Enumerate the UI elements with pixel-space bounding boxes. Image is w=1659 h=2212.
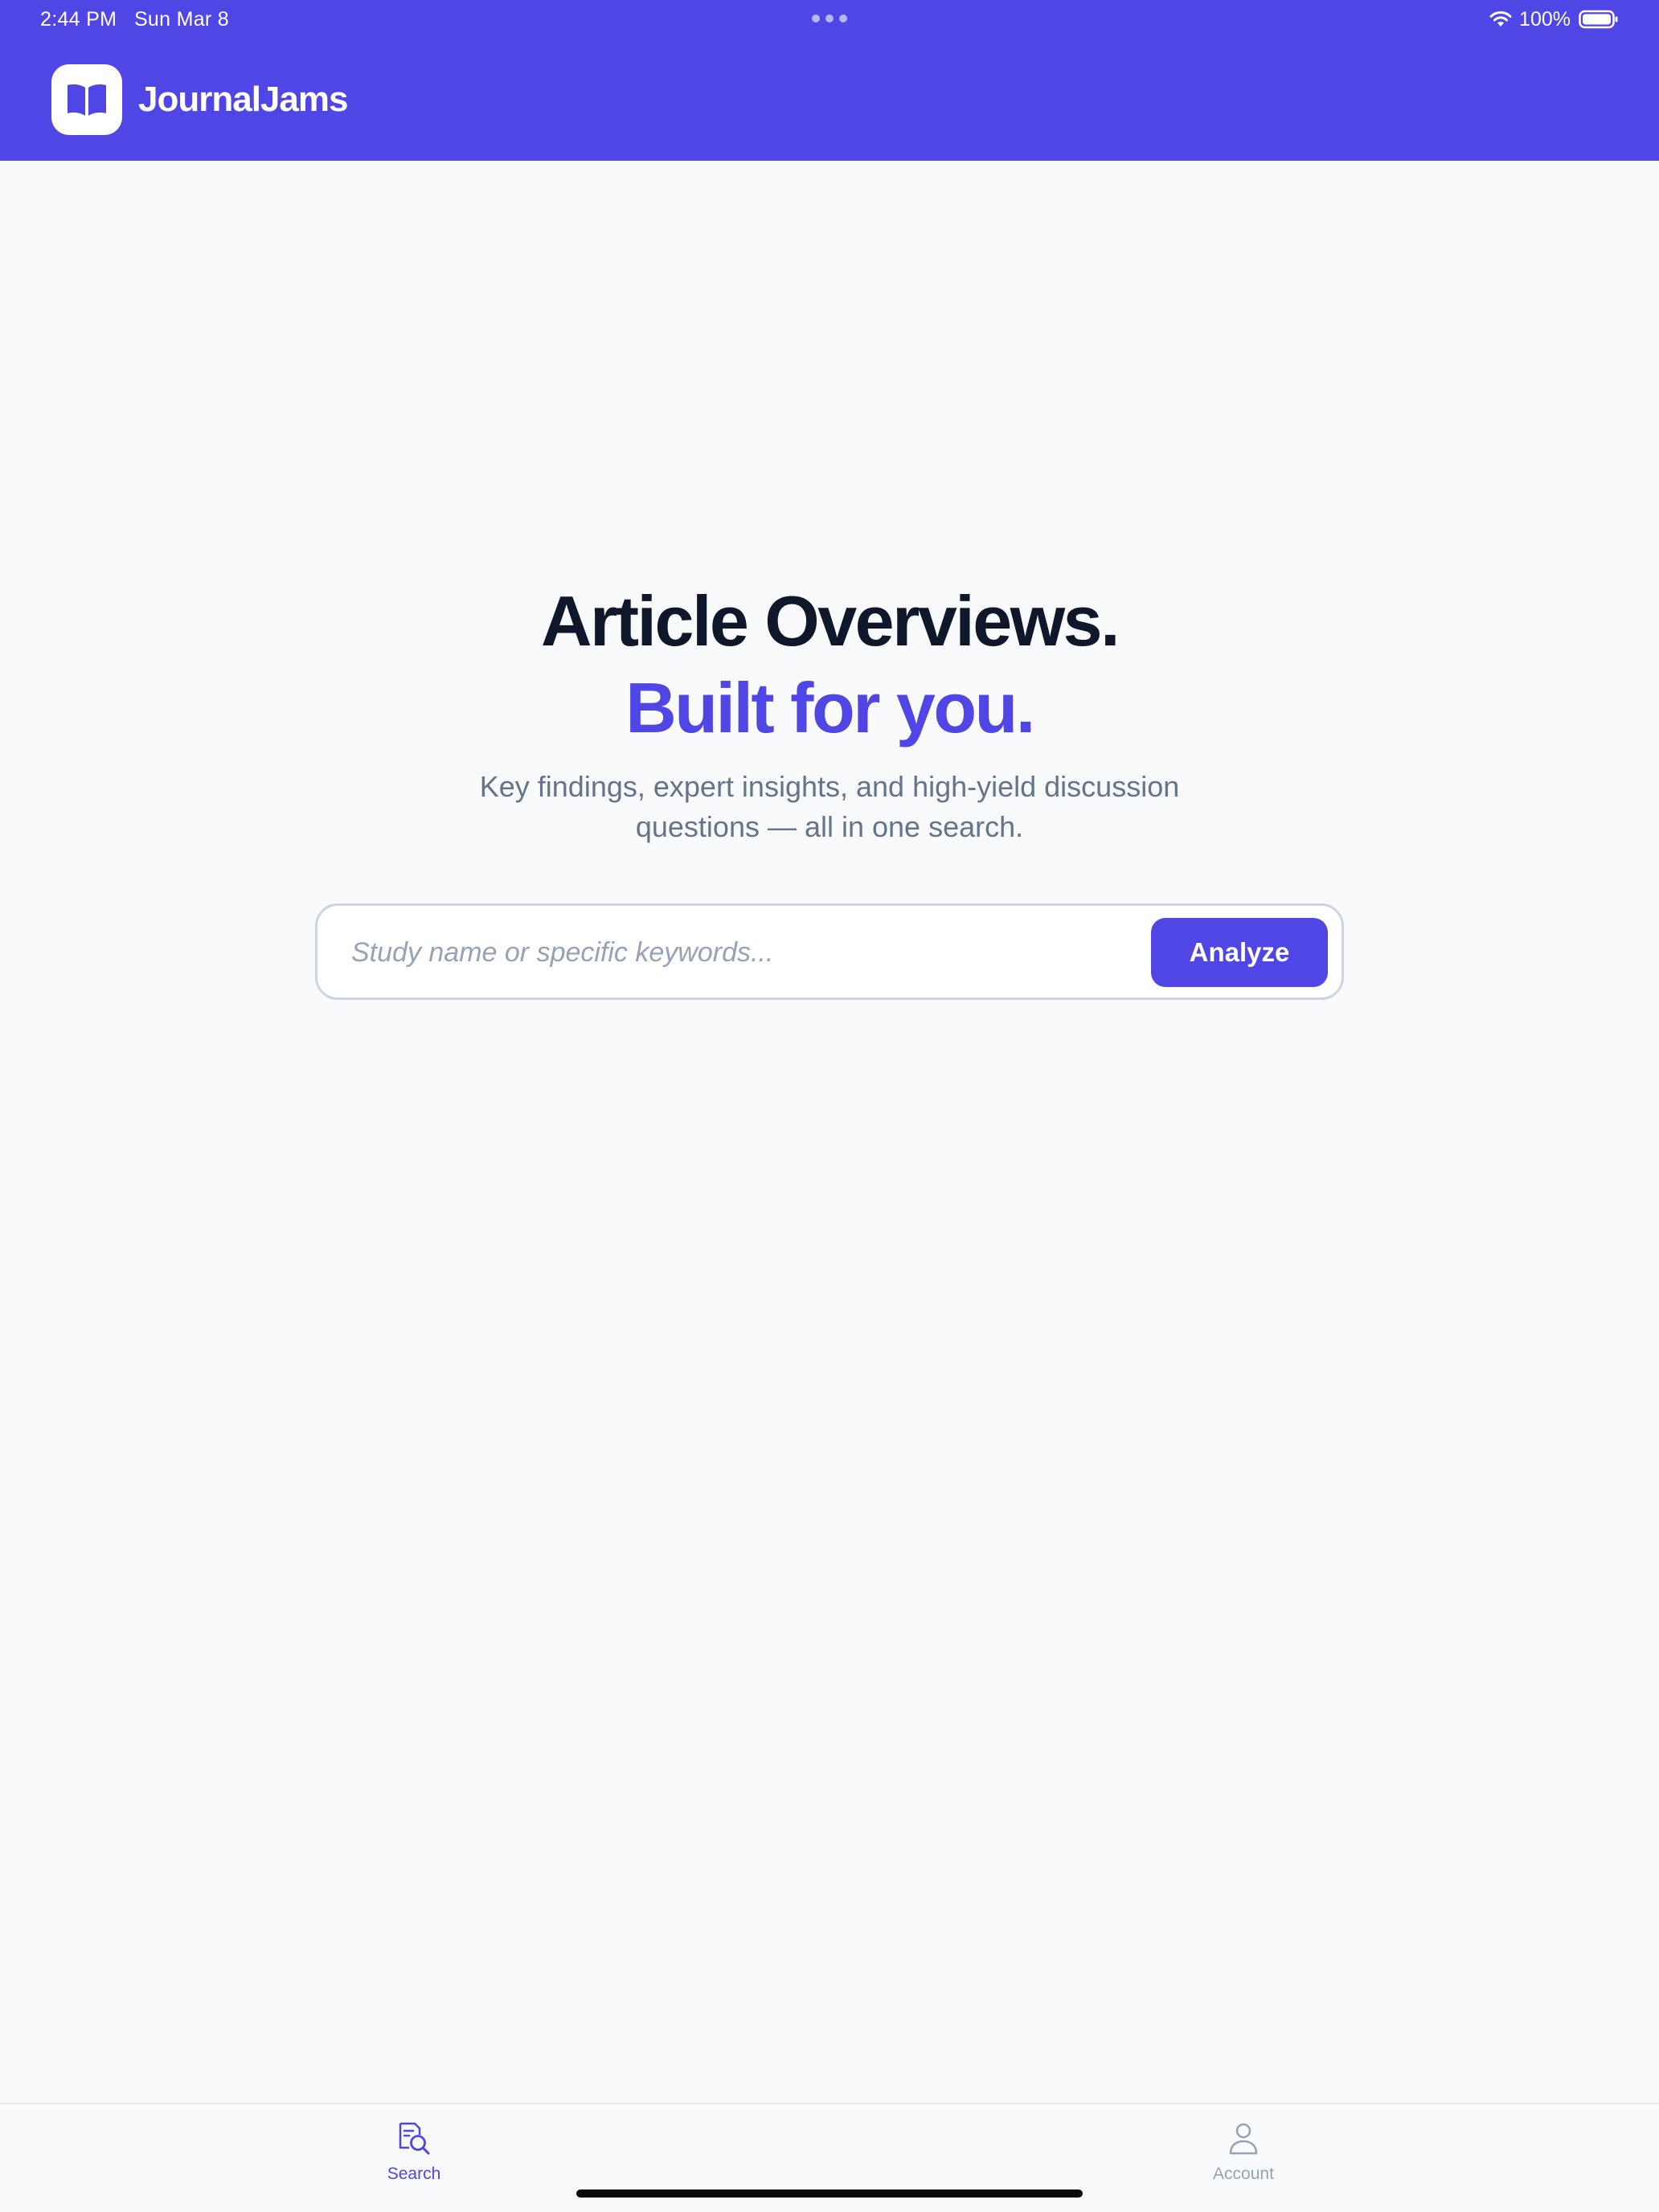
app-logo[interactable] xyxy=(51,64,122,135)
tab-search[interactable]: Search xyxy=(334,2120,494,2193)
person-icon xyxy=(1229,2123,1258,2155)
status-time: 2:44 PM xyxy=(40,8,117,31)
status-date: Sun Mar 8 xyxy=(133,8,229,31)
app-header: 2:44 PM Sun Mar 8 100% JournalJams xyxy=(0,0,1659,161)
battery-percent: 100% xyxy=(1519,7,1571,31)
hero-accent: Built for you. xyxy=(625,668,1035,748)
tab-account[interactable]: Account xyxy=(1163,2120,1324,2193)
tab-account-label: Account xyxy=(1213,2165,1274,2183)
status-indicators: 100% xyxy=(1489,6,1619,32)
hero-subtitle: Key findings, expert insights, and high-… xyxy=(479,770,1180,843)
hero-title: Article Overviews. xyxy=(540,581,1120,661)
tab-search-label: Search xyxy=(387,2165,441,2183)
battery-icon xyxy=(1579,10,1618,29)
open-book-icon xyxy=(68,84,106,116)
search-document-icon xyxy=(399,2122,430,2155)
wifi-icon xyxy=(1489,11,1512,27)
home-indicator[interactable] xyxy=(576,2189,1083,2198)
app-name: JournalJams xyxy=(138,80,348,119)
search-bar: Analyze xyxy=(315,903,1344,1000)
analyze-button[interactable]: Analyze xyxy=(1151,918,1328,987)
status-time-date: 2:44 PM Sun Mar 8 xyxy=(40,6,229,32)
multitasking-dots-icon[interactable] xyxy=(812,14,847,23)
search-input[interactable] xyxy=(350,922,1137,983)
